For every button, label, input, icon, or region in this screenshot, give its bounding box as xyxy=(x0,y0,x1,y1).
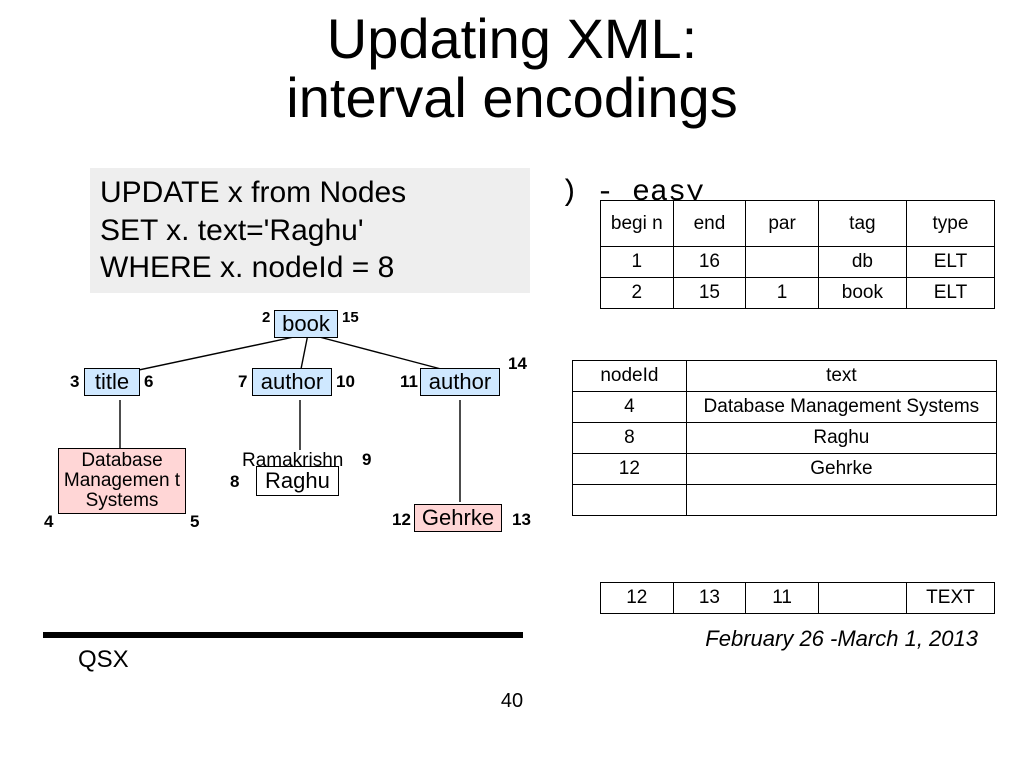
interval-8: 8 xyxy=(230,472,239,492)
table-row: 2151 bookELT xyxy=(601,278,995,309)
page-number: 40 xyxy=(0,690,1024,713)
interval-14: 14 xyxy=(508,354,527,374)
table-row: 116 dbELT xyxy=(601,247,995,278)
interval-10: 10 xyxy=(336,372,355,392)
interval-13: 13 xyxy=(512,510,531,530)
leaf-gehrke: Gehrke xyxy=(414,504,502,532)
slide-title: Updating XML: interval encodings xyxy=(0,10,1024,128)
interval-9: 9 xyxy=(362,450,371,470)
col-tag: tag xyxy=(818,201,906,247)
leaf-rama-new: Raghu xyxy=(256,466,339,496)
xml-tree: 2 book 15 3 title 6 7 author 10 11 autho… xyxy=(40,310,600,570)
footer-date: February 26 -March 1, 2013 xyxy=(705,626,978,652)
node-author-2: author xyxy=(420,368,500,396)
node-book: book xyxy=(274,310,338,338)
interval-5: 5 xyxy=(190,512,199,532)
interval-6: 6 xyxy=(144,372,153,392)
node-title: title xyxy=(84,368,140,396)
sql-line-3: WHERE x. nodeId = 8 xyxy=(100,249,520,287)
leaf-dbms: Database Managemen t Systems xyxy=(58,448,186,514)
interval-11: 11 xyxy=(400,372,418,392)
table-row: 4Database Management Systems xyxy=(573,392,997,423)
footer-rule xyxy=(43,632,523,638)
table-row xyxy=(573,485,997,516)
interval-7: 7 xyxy=(238,372,247,392)
table-row: 12Gehrke xyxy=(573,454,997,485)
col-end: end xyxy=(673,201,746,247)
col-begin: begi n xyxy=(601,201,674,247)
col-text: text xyxy=(686,361,996,392)
interval-2: 2 xyxy=(262,309,270,326)
col-par: par xyxy=(746,201,819,247)
nodes-table: begi n end par tag type 116 dbELT 2151 b… xyxy=(600,200,995,309)
col-type: type xyxy=(906,201,994,247)
text-table: nodeId text 4Database Management Systems… xyxy=(572,360,997,516)
node-author-1: author xyxy=(252,368,332,396)
footer-source: QSX xyxy=(78,646,129,674)
sql-line-1: UPDATE x from Nodes xyxy=(100,174,520,212)
table-row: 8Raghu xyxy=(573,423,997,454)
interval-15: 15 xyxy=(342,309,359,326)
interval-4: 4 xyxy=(44,512,53,532)
col-nodeid: nodeId xyxy=(573,361,687,392)
sql-update-box: UPDATE x from Nodes SET x. text='Raghu' … xyxy=(90,168,530,293)
nodes-table-last-row: 121311 TEXT xyxy=(600,582,995,614)
table-row: 121311 TEXT xyxy=(601,583,995,614)
interval-3: 3 xyxy=(70,372,79,392)
interval-12: 12 xyxy=(392,510,411,530)
sql-line-2: SET x. text='Raghu' xyxy=(100,212,520,250)
